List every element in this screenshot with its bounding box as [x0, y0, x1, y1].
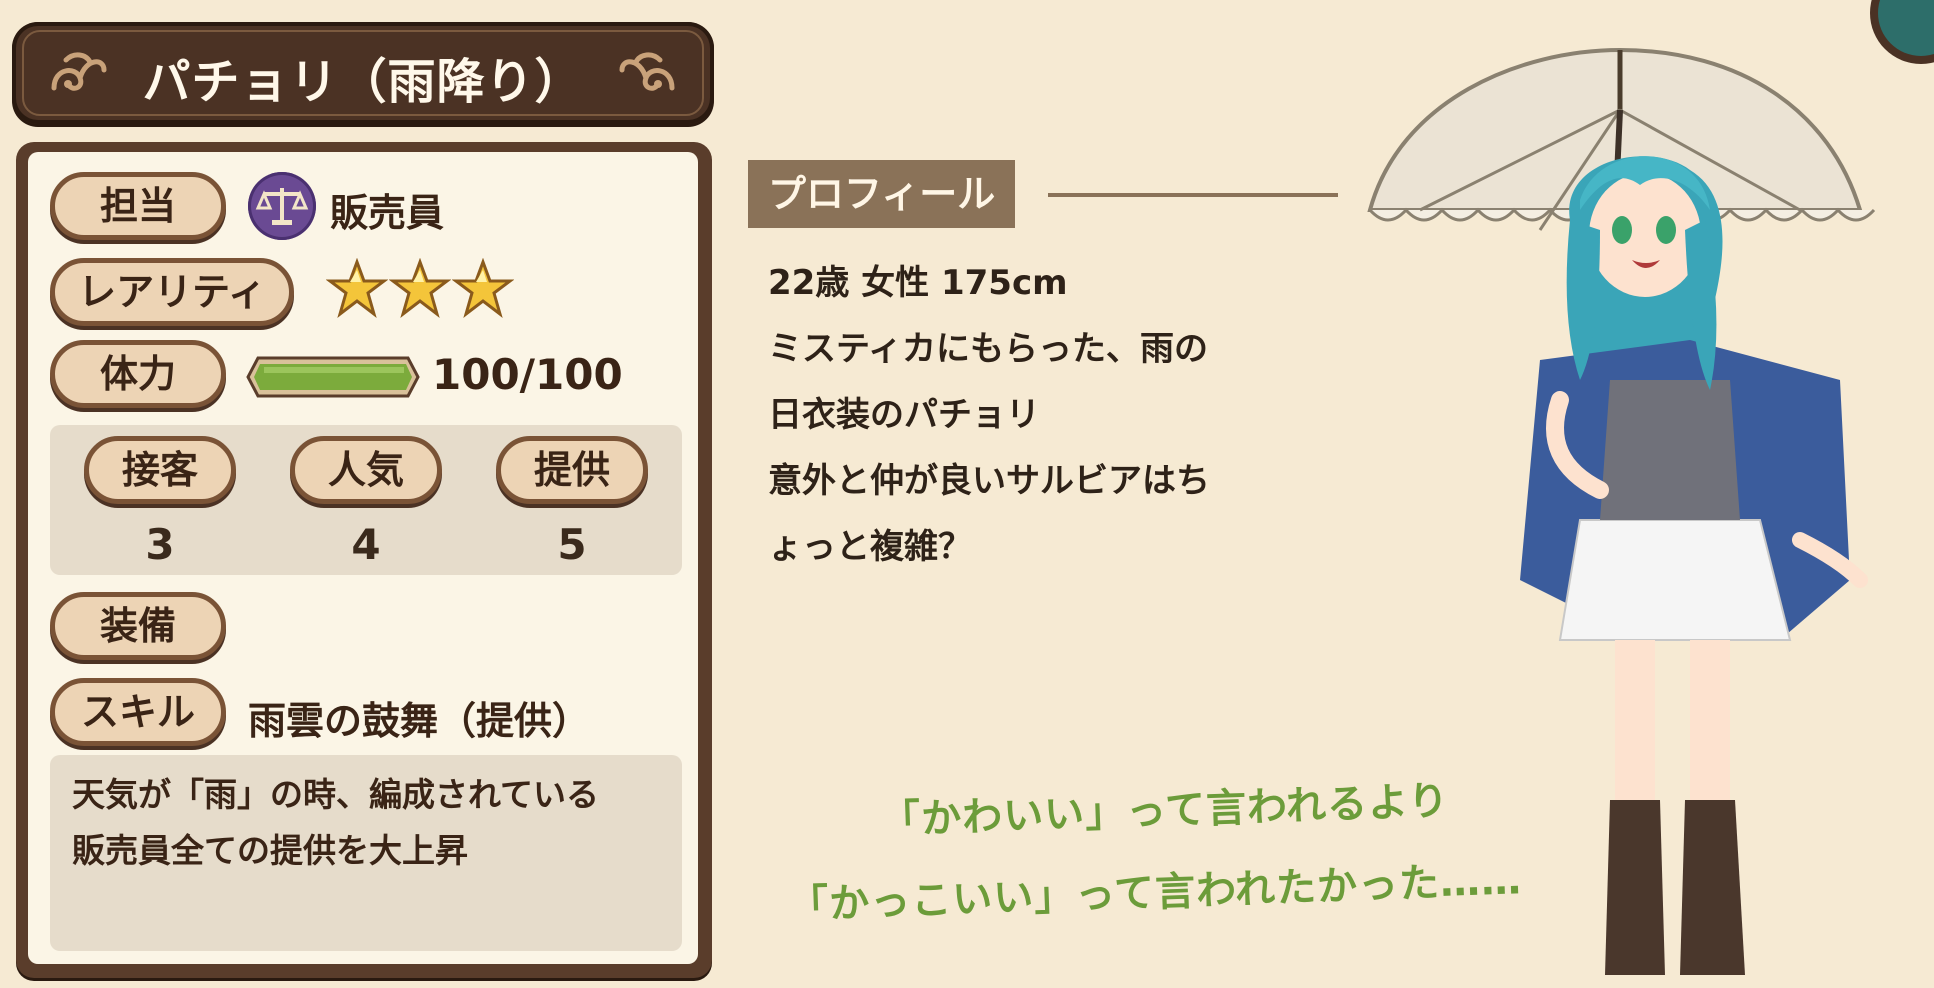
skill-description-line: 販売員全ての提供を大上昇: [72, 831, 468, 870]
role-label: 担当: [50, 172, 226, 240]
service-label: 接客: [84, 436, 236, 504]
character-illustration: [1367, 47, 1876, 975]
popularity-value: 4: [351, 520, 381, 569]
skill-description: 天気が「雨」の時、編成されている 販売員全ての提供を大上昇: [50, 755, 682, 951]
skill-label: スキル: [50, 678, 226, 746]
star-icon: [388, 257, 452, 318]
hp-bar: [246, 356, 420, 398]
profile-line: 意外と仲が良いサルビアはち: [768, 461, 1210, 501]
skill-name: 雨雲の鼓舞（提供）: [248, 699, 591, 743]
skill-description-line: 天気が「雨」の時、編成されている: [72, 775, 600, 814]
scales-icon: [248, 172, 316, 240]
profile-title: プロフィール: [748, 160, 1016, 228]
star-icon: [325, 257, 389, 318]
star-icon: [451, 257, 515, 318]
popularity-label: 人気: [290, 436, 442, 504]
service-value: 3: [145, 520, 175, 569]
hp-value: 100/100: [432, 350, 623, 399]
supply-value: 5: [557, 520, 587, 569]
equipment-label: 装備: [50, 592, 226, 660]
profile-text: 22歳 女性 175cm ミスティカにもらった、雨の 日衣装のパチョリ 意外と仲…: [768, 250, 1328, 580]
rarity-stars: [325, 257, 515, 322]
hp-label: 体力: [50, 340, 226, 408]
role-value: 販売員: [330, 191, 445, 235]
profile-line: ょっと複雑？: [768, 527, 972, 567]
ornament-right-icon: [619, 52, 675, 91]
profile-header: プロフィール: [748, 160, 1338, 228]
title-banner: パチョリ（雨降り）: [12, 22, 714, 124]
character-title: パチョリ（雨降り）: [142, 54, 584, 110]
rarity-label: レアリティ: [50, 258, 294, 326]
profile-line: 22歳 女性 175cm: [768, 263, 1068, 303]
supply-label: 提供: [496, 436, 648, 504]
profile-divider: [1048, 193, 1338, 197]
profile-line: ミスティカにもらった、雨の: [768, 329, 1208, 369]
profile-line: 日衣装のパチョリ: [768, 395, 1040, 435]
